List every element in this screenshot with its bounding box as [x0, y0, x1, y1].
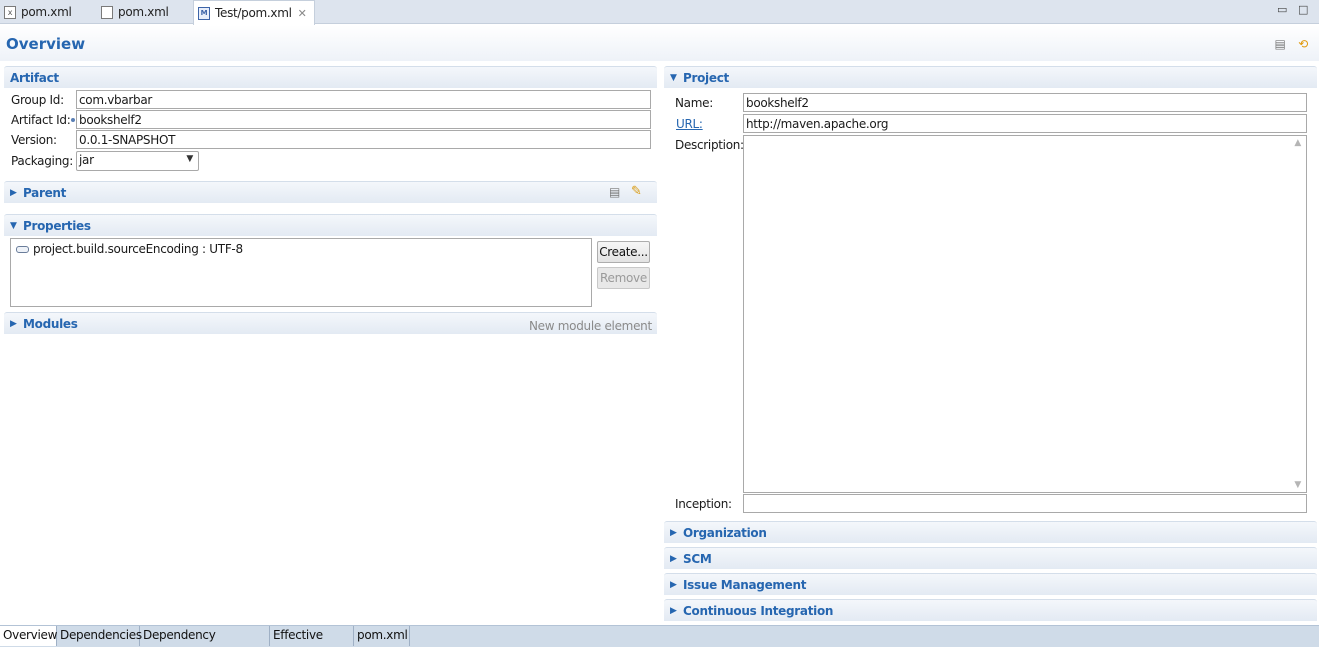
list-item[interactable]: project.build.sourceEncoding : UTF-8	[16, 242, 243, 256]
tab-pom-xml[interactable]: pom.xml	[354, 626, 410, 646]
inception-label: Inception:	[675, 497, 732, 511]
url-field[interactable]	[743, 114, 1307, 133]
issue-management-section-header[interactable]: ▶ Issue Management	[664, 573, 1317, 595]
section-title: Issue Management	[683, 577, 807, 592]
required-marker	[71, 118, 75, 122]
modules-section-title: Modules	[23, 316, 78, 331]
tab-overview[interactable]: Overview	[0, 626, 57, 646]
project-section-title: Project	[683, 70, 729, 85]
xml-file-icon: x	[4, 5, 16, 19]
tab-dependency-hierarchy[interactable]: Dependency Hierarchy	[140, 626, 270, 646]
expand-icon: ▶	[670, 527, 677, 538]
packaging-value: jar	[79, 153, 94, 167]
url-link[interactable]: URL:	[676, 117, 703, 131]
scroll-down-icon[interactable]: ▼	[1294, 480, 1301, 490]
artifact-id-field[interactable]	[76, 110, 651, 129]
editor-tab-label: Test/pom.xml	[215, 6, 292, 20]
open-folder-icon[interactable]: ✎	[631, 184, 642, 199]
name-field[interactable]	[743, 93, 1307, 112]
minimize-icon[interactable]: ▭	[1277, 3, 1287, 16]
maximize-icon[interactable]: □	[1298, 3, 1308, 16]
name-label: Name:	[675, 96, 713, 110]
organization-section-header[interactable]: ▶ Organization	[664, 521, 1317, 543]
close-icon[interactable]: ✕	[298, 7, 307, 20]
editor-tab-test-pom[interactable]: M Test/pom.xml ✕	[193, 0, 315, 25]
editor-tab-pom-2[interactable]: pom.xml	[97, 0, 169, 24]
section-title: Organization	[683, 525, 767, 540]
version-label: Version:	[11, 133, 57, 147]
new-module-hint[interactable]: New module element	[529, 319, 652, 333]
editor-tab-bar: x pom.xml pom.xml M Test/pom.xml ✕ ▭ □	[0, 0, 1319, 25]
properties-list[interactable]: project.build.sourceEncoding : UTF-8	[10, 238, 592, 307]
select-parent-icon[interactable]: ▤	[609, 185, 620, 199]
modules-section-header[interactable]: ▶ Modules New module element	[4, 312, 657, 334]
parent-section-header[interactable]: ▶ Parent ▤ ✎	[4, 181, 657, 203]
maven-pom-icon: M	[198, 6, 210, 20]
collapse-icon: ▼	[10, 220, 17, 231]
group-id-label: Group Id:	[11, 93, 64, 107]
remove-button[interactable]: Remove	[597, 267, 650, 289]
create-button[interactable]: Create...	[597, 241, 650, 263]
artifact-section-title: Artifact	[10, 70, 59, 85]
expand-icon: ▶	[670, 579, 677, 590]
show-xml-icon[interactable]: ▤	[1273, 37, 1287, 51]
expand-icon: ▶	[670, 605, 677, 616]
chevron-down-icon: ▼	[186, 154, 193, 164]
section-title: SCM	[683, 551, 712, 566]
section-title: Continuous Integration	[683, 603, 834, 618]
scm-section-header[interactable]: ▶ SCM	[664, 547, 1317, 569]
expand-icon: ▶	[10, 187, 17, 198]
parent-section-title: Parent	[23, 185, 67, 200]
description-textarea[interactable]: ▲ ▼	[743, 135, 1307, 493]
properties-section-header[interactable]: ▼ Properties	[4, 214, 657, 236]
page-tab-bar: Overview Dependencies Dependency Hierarc…	[0, 625, 1319, 647]
tab-effective-pom[interactable]: Effective POM	[270, 626, 354, 646]
expand-icon: ▶	[10, 318, 17, 329]
tab-dependencies[interactable]: Dependencies	[57, 626, 142, 646]
scroll-up-icon[interactable]: ▲	[1294, 138, 1301, 148]
file-icon	[101, 5, 113, 19]
packaging-label: Packaging:	[11, 154, 73, 168]
expand-icon: ▶	[670, 553, 677, 564]
project-section-header[interactable]: ▼ Project	[664, 66, 1317, 88]
property-icon	[16, 245, 29, 253]
inception-field[interactable]	[743, 494, 1307, 513]
editor-tab-pom-1[interactable]: x pom.xml	[0, 0, 72, 24]
artifact-id-label: Artifact Id:	[11, 113, 71, 127]
editor-tab-label: pom.xml	[21, 5, 72, 19]
refresh-icon[interactable]: ⟲	[1296, 37, 1310, 51]
collapse-icon: ▼	[670, 72, 677, 83]
page-title: Overview	[6, 35, 86, 53]
packaging-select[interactable]: jar ▼	[76, 151, 199, 171]
group-id-field[interactable]	[76, 90, 651, 109]
continuous-integration-section-header[interactable]: ▶ Continuous Integration	[664, 599, 1317, 621]
property-text: project.build.sourceEncoding : UTF-8	[33, 242, 243, 256]
properties-section-title: Properties	[23, 218, 91, 233]
description-label: Description:	[675, 138, 744, 152]
artifact-section-header: Artifact	[4, 66, 657, 88]
form-header: Overview ▤ ⟲	[0, 25, 1319, 61]
version-field[interactable]	[76, 130, 651, 149]
editor-tab-label: pom.xml	[118, 5, 169, 19]
